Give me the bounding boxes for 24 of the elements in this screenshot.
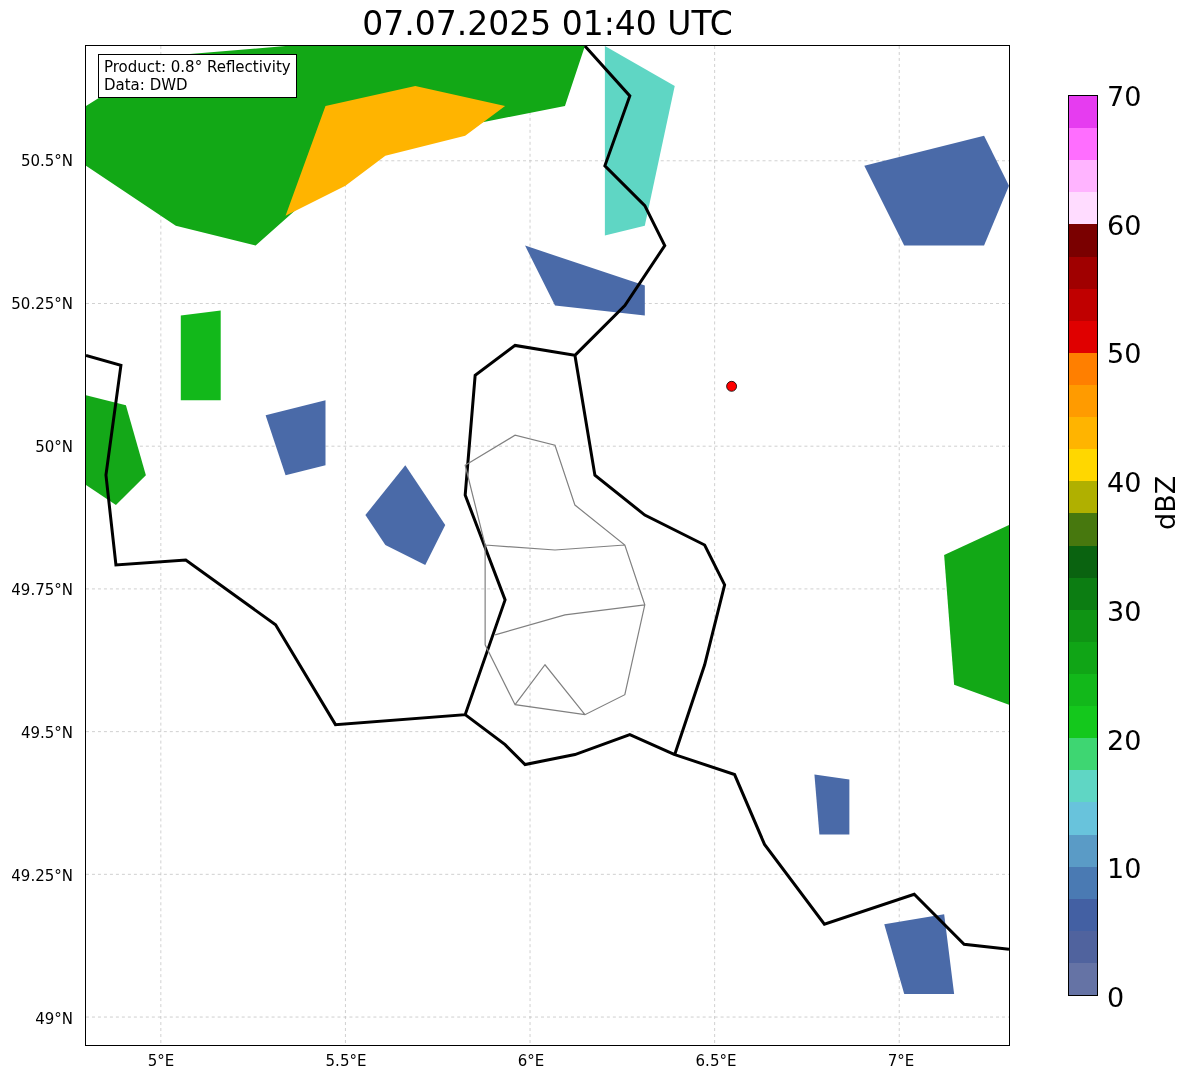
colorbar-tick-label: 0: [1107, 981, 1125, 1013]
info-text: Product: 0.8° Reflectivity: [104, 58, 291, 76]
colorbar-tick-label: 30: [1107, 595, 1142, 627]
axis-tick-label: 49.75°N: [11, 581, 73, 599]
axis-tick-label: 7°E: [887, 1052, 915, 1070]
axis-tick-label: 50°N: [35, 438, 73, 456]
axis-tick-label: 50.5°N: [20, 152, 73, 170]
colorbar-label: dBZ: [1150, 475, 1181, 530]
axis-tick-label: 50.25°N: [11, 295, 73, 313]
chart-title: 07.07.2025 01:40 UTC: [361, 4, 734, 43]
colorbar-tick-label: 40: [1107, 466, 1142, 498]
colorbar-tick-label: 50: [1107, 337, 1142, 369]
colorbar-tick-label: 10: [1107, 852, 1142, 884]
info-text: Data: DWD: [104, 76, 189, 94]
axis-tick-label: 49.25°N: [11, 867, 73, 885]
axis-tick-label: 6.5°E: [695, 1052, 737, 1070]
axis-tick-label: 49°N: [35, 1010, 73, 1028]
axis-tick-label: 5.5°E: [325, 1052, 367, 1070]
axis-tick-label: 49.5°N: [20, 724, 73, 742]
colorbar-tick-label: 20: [1107, 724, 1142, 756]
colorbar-tick-label: 70: [1107, 80, 1142, 112]
axis-tick-label: 5°E: [147, 1052, 175, 1070]
colorbar-tick-label: 60: [1107, 209, 1142, 241]
axis-tick-label: 6°E: [517, 1052, 545, 1070]
